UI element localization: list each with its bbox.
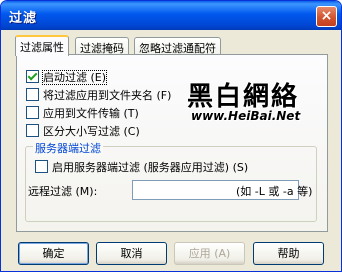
- enable-server-filter-checkbox[interactable]: [35, 160, 48, 173]
- server-filter-group: 服务器端过滤 启用服务器端过滤 (服务器应用过滤) (S) 远程过滤 (M): …: [25, 140, 317, 222]
- cancel-button[interactable]: 取消: [96, 242, 167, 265]
- apply-to-transfer-checkbox[interactable]: [26, 106, 39, 119]
- case-sensitive-option[interactable]: 区分大小写过滤 (C): [26, 123, 140, 139]
- apply-to-folder-checkbox[interactable]: [26, 88, 39, 101]
- watermark-logo: 黑白網絡: [187, 82, 300, 112]
- server-filter-group-title: 服务器端过滤: [33, 140, 103, 156]
- apply-to-folder-option[interactable]: 将过滤应用到文件夹名 (F): [26, 87, 171, 103]
- enable-filter-checkbox[interactable]: [26, 70, 39, 83]
- enable-filter-option[interactable]: 启动过滤 (E): [26, 69, 108, 85]
- window-title: 过滤: [9, 11, 38, 26]
- case-sensitive-label: 区分大小写过滤 (C): [43, 125, 140, 138]
- enable-server-filter-option[interactable]: 启用服务器端过滤 (服务器应用过滤) (S): [35, 159, 248, 175]
- tab-filter-properties[interactable]: 过滤属性: [15, 35, 69, 56]
- heibai-watermark: 黑白網絡 www.HeiBai.Net: [187, 76, 337, 126]
- ok-button[interactable]: 确定: [18, 242, 89, 265]
- enable-filter-label: 启动过滤 (E): [41, 70, 108, 85]
- close-icon: ×: [320, 8, 333, 24]
- case-sensitive-checkbox[interactable]: [26, 124, 39, 137]
- close-button[interactable]: ×: [316, 6, 337, 27]
- help-button[interactable]: 帮助: [253, 242, 324, 265]
- remote-filter-hint: (如 -L 或 -a 等): [236, 185, 313, 198]
- watermark-url: www.HeiBai.Net: [191, 109, 301, 123]
- tab-label: 过滤属性: [20, 41, 64, 54]
- enable-server-filter-label: 启用服务器端过滤 (服务器应用过滤) (S): [52, 161, 249, 174]
- apply-to-transfer-label: 应用到文件传输 (T): [43, 107, 139, 120]
- remote-filter-label: 远程过滤 (M):: [28, 185, 98, 198]
- apply-button[interactable]: 应用 (A): [174, 242, 245, 265]
- apply-to-transfer-option[interactable]: 应用到文件传输 (T): [26, 105, 139, 121]
- title-bar[interactable]: 过滤 ×: [1, 1, 341, 30]
- filter-dialog: 过滤 × 过滤属性 过滤掩码 忽略过滤通配符 启动过滤 (E) 将过滤应用到文件…: [0, 0, 342, 272]
- apply-to-folder-label: 将过滤应用到文件夹名 (F): [43, 89, 172, 102]
